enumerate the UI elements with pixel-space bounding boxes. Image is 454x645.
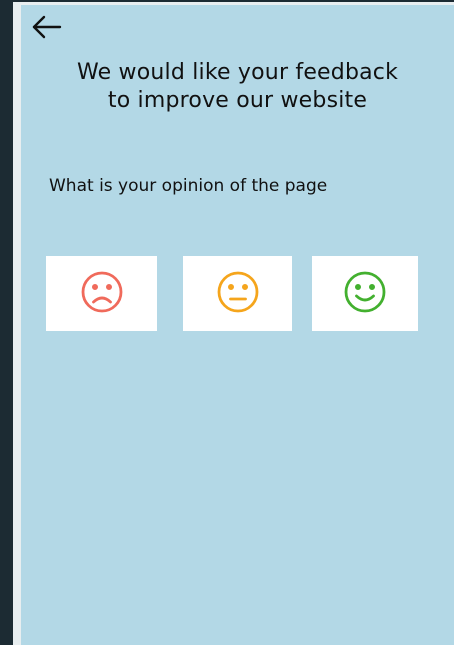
app-frame: We would like your feedback to improve o… xyxy=(0,0,454,645)
headline-line-1: We would like your feedback xyxy=(76,60,399,85)
sad-face-icon xyxy=(78,268,126,320)
rate-sad-button[interactable] xyxy=(46,256,157,331)
survey-question: What is your opinion of the page xyxy=(49,176,328,196)
feedback-headline: We would like your feedback to improve o… xyxy=(21,59,454,115)
neutral-face-icon xyxy=(214,268,262,320)
feedback-screen: We would like your feedback to improve o… xyxy=(21,5,454,645)
arrow-left-icon xyxy=(30,14,64,44)
rate-neutral-button[interactable] xyxy=(183,256,292,331)
back-button[interactable] xyxy=(29,15,65,43)
rate-happy-button[interactable] xyxy=(312,256,418,331)
happy-face-icon xyxy=(341,268,389,320)
headline-line-2: to improve our website xyxy=(107,88,368,113)
